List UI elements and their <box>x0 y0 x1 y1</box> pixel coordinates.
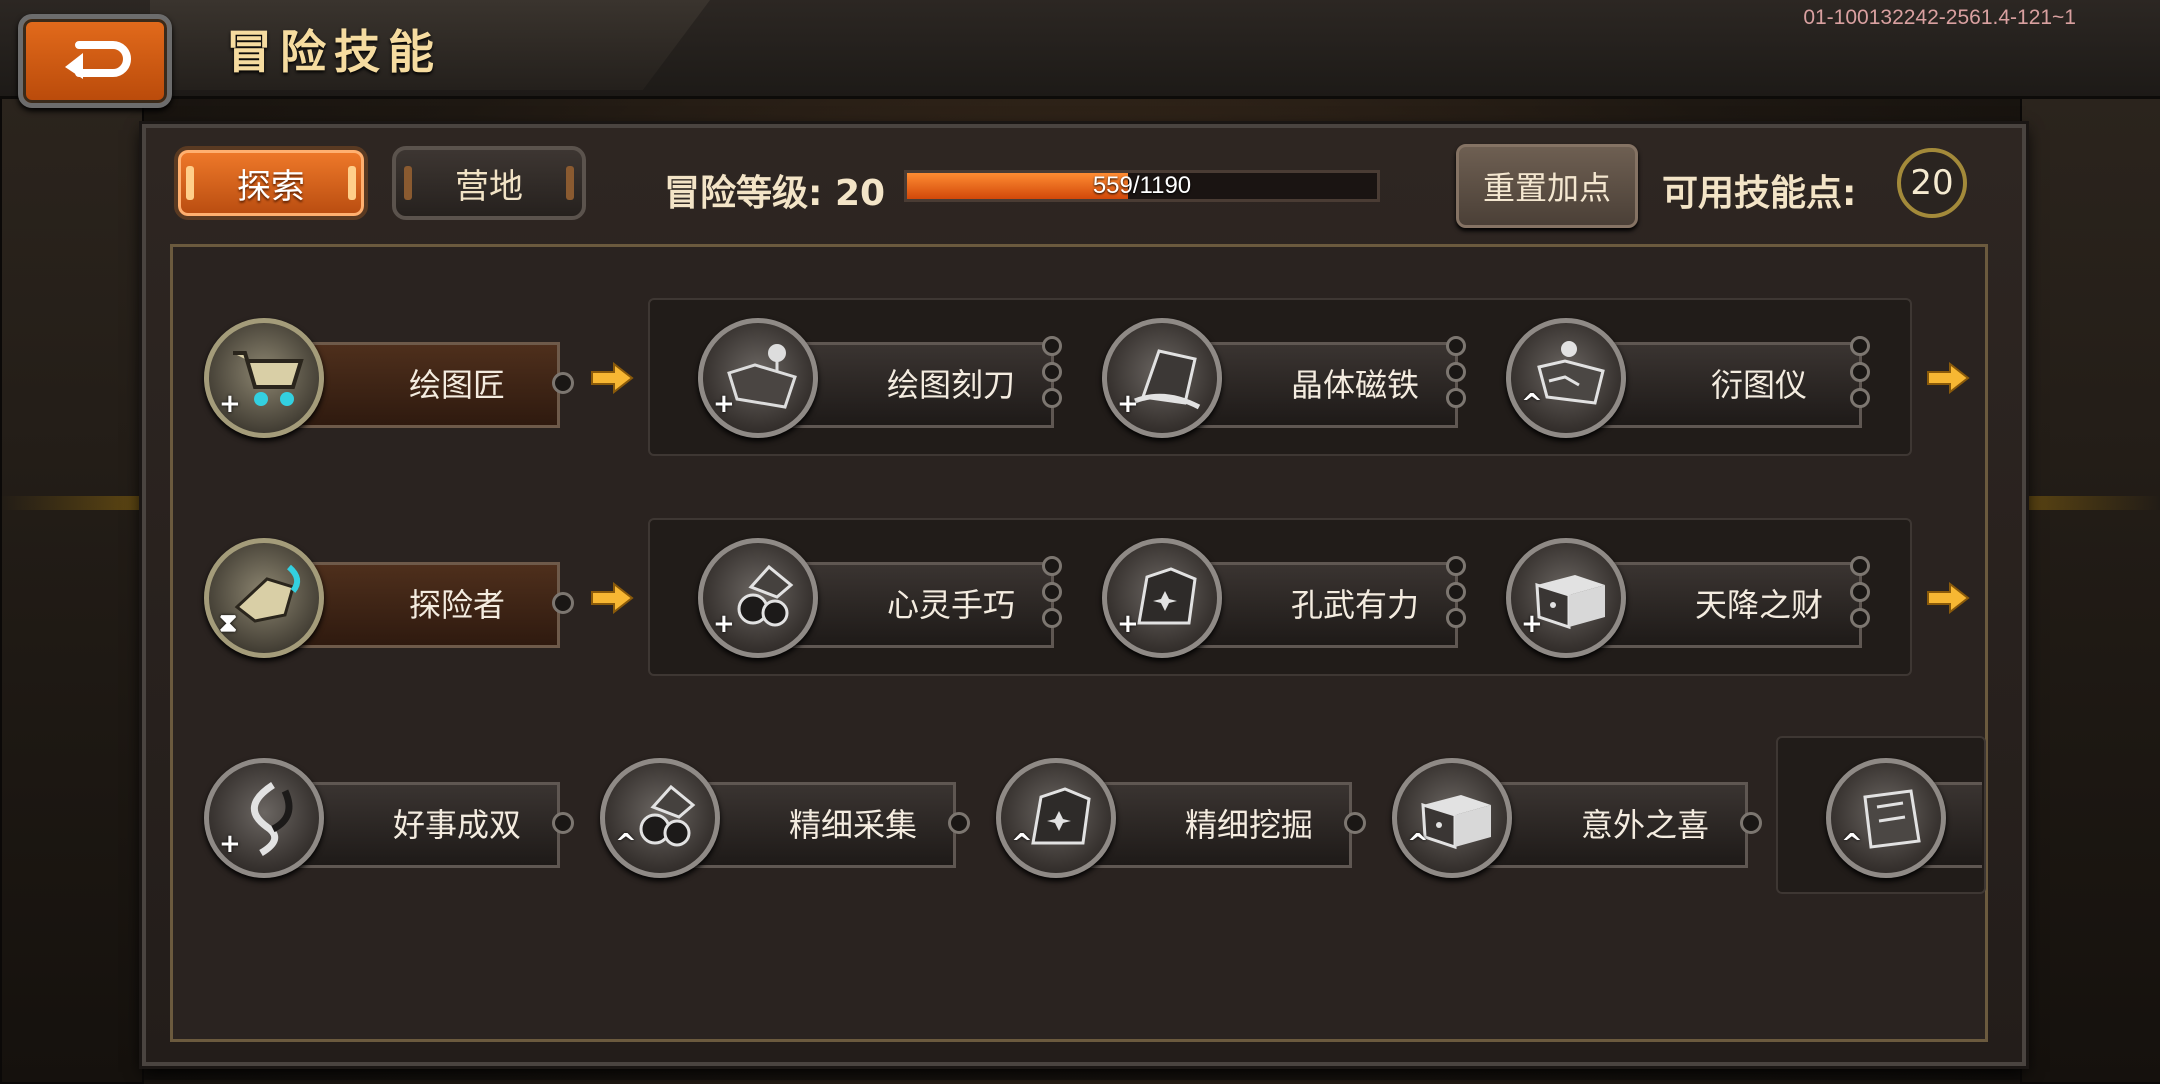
skill-name: 探险者 <box>408 586 505 624</box>
level-dots <box>1042 336 1066 414</box>
skill-mark: + <box>1521 609 1543 639</box>
skill-icon-frame: + <box>698 538 818 658</box>
skill-icon-frame: + <box>1506 538 1626 658</box>
skill-icon-frame: + <box>698 318 818 438</box>
skill-name: 精细挖掘 <box>1184 806 1313 844</box>
skill-mark: + <box>1117 389 1139 419</box>
back-arrow-icon <box>65 41 131 79</box>
skill-pleasant-surprise[interactable]: 意外之喜 ^ <box>1392 758 1762 878</box>
skill-fine-digging[interactable]: 精细挖掘 ^ <box>996 758 1366 878</box>
skill-double-luck[interactable]: 好事成双 + <box>204 758 574 878</box>
skill-name: 意外之喜 <box>1580 806 1709 844</box>
skill-name: 绘图刻刀 <box>886 366 1015 404</box>
skill-icon-frame: ^ <box>1506 318 1626 438</box>
skill-icon-frame: ^ <box>600 758 720 878</box>
skill-dexterity[interactable]: 心灵手巧 + <box>698 538 1062 658</box>
link-node <box>1344 812 1366 834</box>
skill-mark: + <box>219 829 241 859</box>
level-dots <box>1446 556 1470 634</box>
level-dots <box>1850 336 1874 414</box>
page-title: 冒险技能 <box>226 25 442 79</box>
arrow-right-icon <box>590 361 634 395</box>
skill-name: 天降之财 <box>1694 586 1823 624</box>
skill-mark: + <box>713 389 735 419</box>
skill-name: 孔武有力 <box>1290 586 1419 624</box>
level-dots <box>1446 336 1470 414</box>
skill-mark: ^ <box>1407 829 1429 859</box>
version-text: 01-100132242-2561.4-121~1 <box>1803 6 2076 29</box>
adventure-level: 冒险等级: 20 <box>664 164 885 216</box>
glove-icon <box>234 564 301 623</box>
tab-explore[interactable]: 探索 <box>174 146 368 220</box>
skill-name: 晶体磁铁 <box>1290 366 1419 404</box>
skill-name: 衍图仪 <box>1710 366 1807 404</box>
skill-icon-frame: ^ <box>1392 758 1512 878</box>
skill-mark: ⧗ <box>219 608 238 638</box>
skill-name: 好事成双 <box>392 806 521 844</box>
available-points-label: 可用技能点: <box>1662 173 1857 214</box>
skill-explorer[interactable]: 探险者 ⧗ <box>204 538 574 658</box>
skill-mark: ^ <box>615 829 637 859</box>
skill-icon-frame: + <box>1102 318 1222 438</box>
skill-name: 精细采集 <box>788 806 917 844</box>
skill-icon-frame: + <box>204 758 324 878</box>
tab-camp[interactable]: 营地 <box>392 146 586 220</box>
link-node <box>948 812 970 834</box>
skill-mark: ^ <box>1011 829 1033 859</box>
skill-icon-frame: ^ <box>996 758 1116 878</box>
skill-mark: ^ <box>1841 829 1863 859</box>
back-button[interactable] <box>18 14 172 108</box>
adventure-level-value: 20 <box>834 173 886 214</box>
arrow-right-icon <box>590 581 634 615</box>
skill-cartographer[interactable]: 绘图匠 + <box>204 318 574 438</box>
background-beam-left <box>0 96 144 1084</box>
level-progress-text: 559/1190 <box>1092 172 1192 199</box>
skill-clip: ^ <box>1776 736 1982 894</box>
skill-engraving-knife[interactable]: 绘图刻刀 + <box>698 318 1062 438</box>
skill-fine-gathering[interactable]: 精细采集 ^ <box>600 758 970 878</box>
level-progress-bar: 559/1190 <box>904 170 1380 202</box>
skill-mark: + <box>713 609 735 639</box>
level-dots <box>1042 556 1066 634</box>
link-node <box>552 592 574 614</box>
skill-derivation-instrument[interactable]: 衍图仪 ^ <box>1506 318 1870 438</box>
skill-windfall[interactable]: 天降之财 + <box>1506 538 1870 658</box>
skill-icon-frame: + <box>204 318 324 438</box>
skill-icon-frame: ⧗ <box>204 538 324 658</box>
skill-icon-frame: + <box>1102 538 1222 658</box>
arrow-right-icon <box>1926 581 1970 615</box>
reset-points-button[interactable]: 重置加点 <box>1456 144 1638 228</box>
arrow-right-icon <box>1926 361 1970 395</box>
link-node <box>552 812 574 834</box>
skill-mark: + <box>1117 609 1139 639</box>
skill-icon-frame: ^ <box>1826 758 1946 878</box>
link-node <box>1740 812 1762 834</box>
background-beam-right <box>2020 96 2160 1084</box>
adventure-level-label: 冒险等级: <box>664 173 823 214</box>
skill-partial[interactable]: ^ <box>1826 758 1982 878</box>
available-points-badge: 20 <box>1897 148 1967 218</box>
skill-strength[interactable]: 孔武有力 + <box>1102 538 1466 658</box>
skill-name: 绘图匠 <box>408 366 505 404</box>
level-dots <box>1850 556 1874 634</box>
skill-crystal-magnet[interactable]: 晶体磁铁 + <box>1102 318 1466 438</box>
link-node <box>552 372 574 394</box>
skill-mark: ^ <box>1521 389 1543 419</box>
skill-mark: + <box>219 389 241 419</box>
skill-name: 心灵手巧 <box>886 586 1015 624</box>
